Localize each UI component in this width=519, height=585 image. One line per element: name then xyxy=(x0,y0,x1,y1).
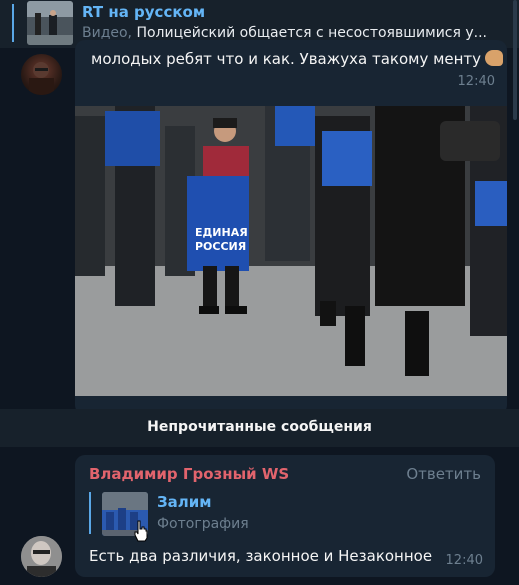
message-time: 12:40 xyxy=(457,74,495,89)
quoted-author: Залим xyxy=(157,493,212,511)
svg-text:РОССИЯ: РОССИЯ xyxy=(195,240,246,253)
avatar[interactable] xyxy=(21,536,62,577)
message-text: Есть два различия, законное и Незаконное xyxy=(89,547,433,565)
quoted-media-kind: Фотография xyxy=(157,516,249,532)
reply-snippet: Полицейский общается с несостоявшимися у… xyxy=(136,25,487,41)
unread-divider-label: Непрочитанные сообщения xyxy=(147,419,372,435)
flexed-biceps-icon xyxy=(485,50,504,66)
unread-messages-divider: Непрочитанные сообщения xyxy=(0,409,519,447)
hand-cursor-icon xyxy=(134,520,148,542)
reply-preview-text: Видео, Полицейский общается с несостоявш… xyxy=(82,25,512,41)
message-text: молодых ребят что и как. Уважуха такому … xyxy=(91,50,482,68)
avatar[interactable] xyxy=(21,54,62,95)
channel-title: RT на русском xyxy=(82,3,206,21)
video-thumbnail[interactable] xyxy=(27,1,73,45)
media-kind-label: Видео, xyxy=(82,25,133,41)
svg-text:ЕДИНАЯ: ЕДИНАЯ xyxy=(195,226,248,239)
quote-bar xyxy=(89,492,91,534)
message-text-line: молодых ребят что и как. Уважуха такому … xyxy=(91,50,504,68)
message-time: 12:40 xyxy=(445,553,483,568)
reply-button[interactable]: Ответить xyxy=(406,465,481,483)
sender-name[interactable]: Владимир Грозный WS xyxy=(89,465,289,483)
scrollbar[interactable] xyxy=(513,0,517,120)
quote-bar xyxy=(12,4,14,42)
message-bubble[interactable]: Владимир Грозный WS Ответить Залим Фотог… xyxy=(75,455,495,577)
message-photo[interactable]: ЕДИНАЯ РОССИЯ xyxy=(75,106,507,396)
